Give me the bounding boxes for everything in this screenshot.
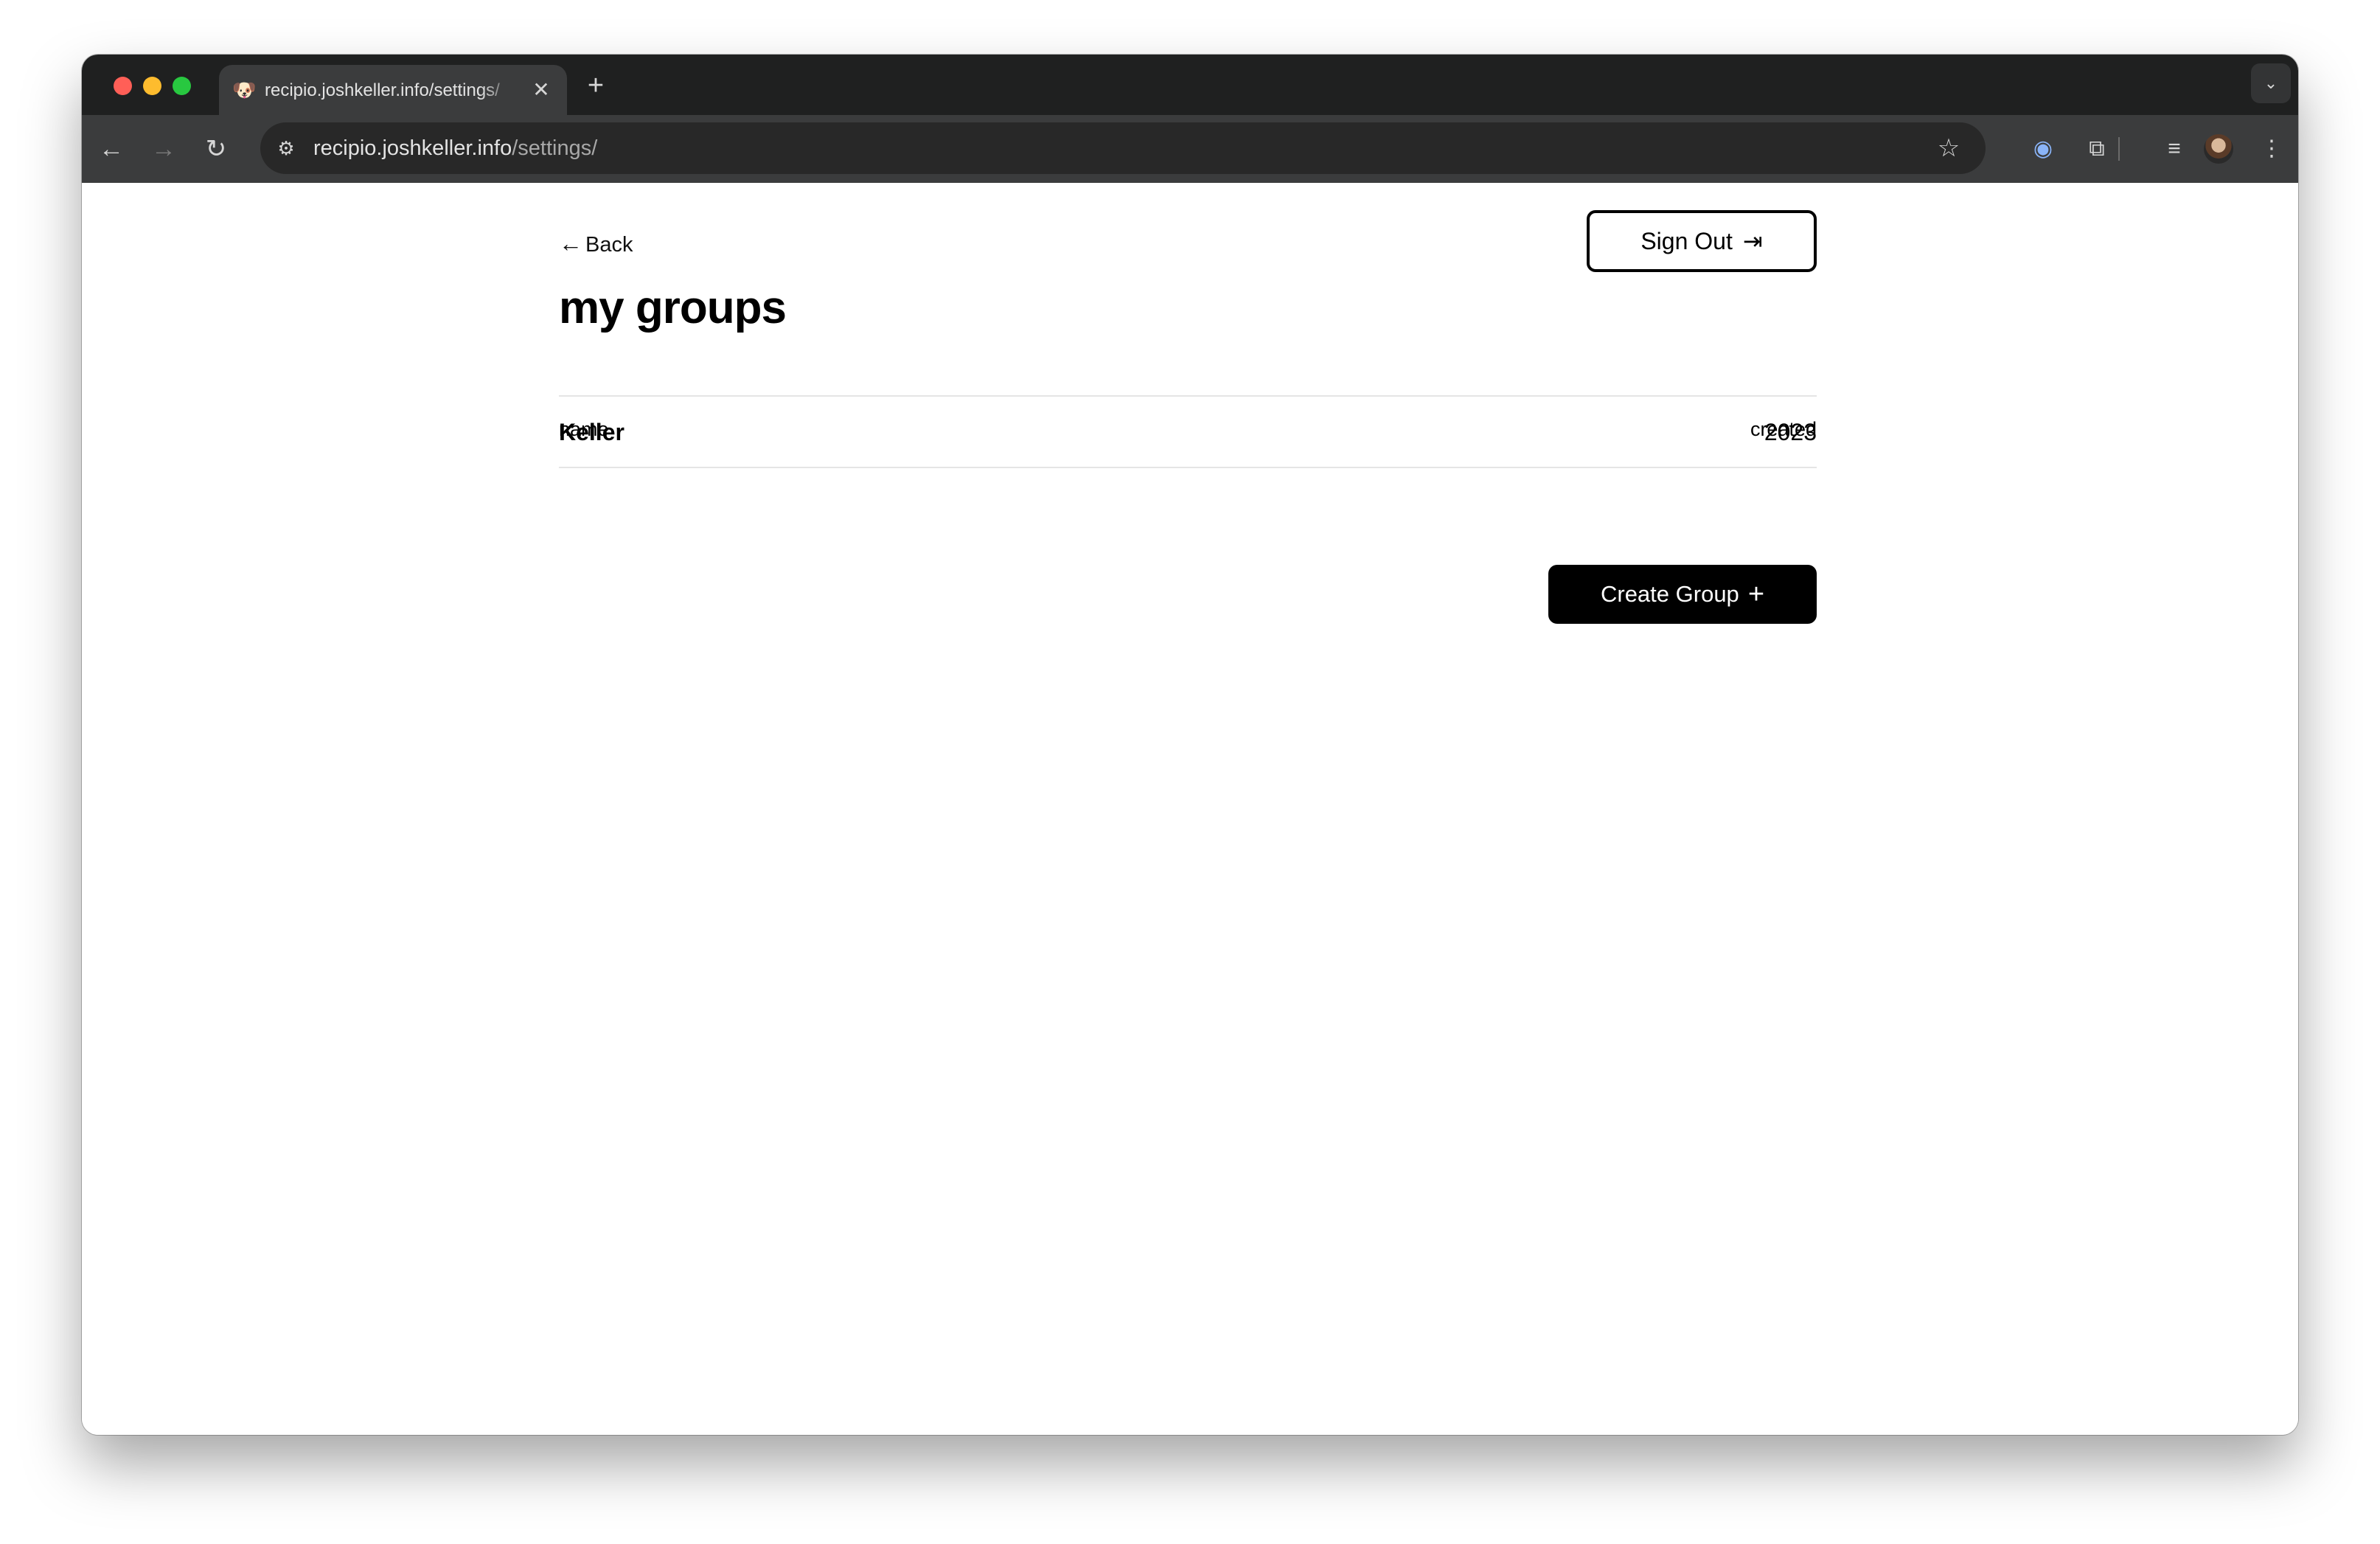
url-host: recipio.joshkeller.info <box>313 136 512 160</box>
close-tab-icon[interactable]: ✕ <box>529 77 554 102</box>
reload-icon[interactable]: ↻ <box>197 130 235 168</box>
back-arrow-icon[interactable]: ← <box>92 130 131 168</box>
group-created-cell: 2023 <box>1764 419 1817 445</box>
close-window-button[interactable] <box>114 77 132 95</box>
new-tab-button[interactable]: + <box>579 69 613 103</box>
toolbar-divider <box>2118 137 2120 161</box>
site-settings-icon[interactable]: ⚙ <box>272 134 300 162</box>
password-manager-icon[interactable]: ◉ <box>2024 130 2062 168</box>
address-bar[interactable]: ⚙ recipio.joshkeller.info/settings/ ☆ <box>260 122 1986 174</box>
browser-toolbar: ← → ↻ ⚙ recipio.joshkeller.info/settings… <box>82 115 2298 183</box>
table-header-divider <box>559 395 1817 397</box>
profile-avatar[interactable] <box>2204 134 2233 164</box>
table-body-layer: Keller 2023 Create Group + <box>82 183 2298 1435</box>
media-controls-icon[interactable]: ≡ <box>2155 130 2193 168</box>
forward-arrow-icon[interactable]: → <box>145 130 183 168</box>
tab-title: recipio.joshkeller.info/settings/ <box>265 80 500 100</box>
maximize-window-button[interactable] <box>173 77 191 95</box>
create-group-button[interactable]: Create Group + <box>1548 565 1817 624</box>
group-name-cell[interactable]: Keller <box>559 417 624 447</box>
browser-tab-active[interactable]: 🐶 recipio.joshkeller.info/settings/ ✕ <box>219 65 567 115</box>
bookmark-star-icon[interactable]: ☆ <box>1932 132 1965 164</box>
site-favicon-icon: 🐶 <box>232 79 257 101</box>
plus-icon: + <box>1747 579 1765 610</box>
table-row-divider <box>559 467 1817 468</box>
tab-strip: 🐶 recipio.joshkeller.info/settings/ ✕ + … <box>82 55 2298 115</box>
extensions-puzzle-icon[interactable]: ⧉ <box>2078 130 2116 168</box>
create-group-label: Create Group <box>1600 581 1739 607</box>
minimize-window-button[interactable] <box>143 77 161 95</box>
tab-search-button[interactable]: ⌄ <box>2251 63 2291 103</box>
url-text[interactable]: recipio.joshkeller.info/settings/ <box>313 135 597 161</box>
browser-menu-icon[interactable]: ⋮ <box>2252 130 2291 168</box>
url-path: /settings/ <box>512 136 598 160</box>
